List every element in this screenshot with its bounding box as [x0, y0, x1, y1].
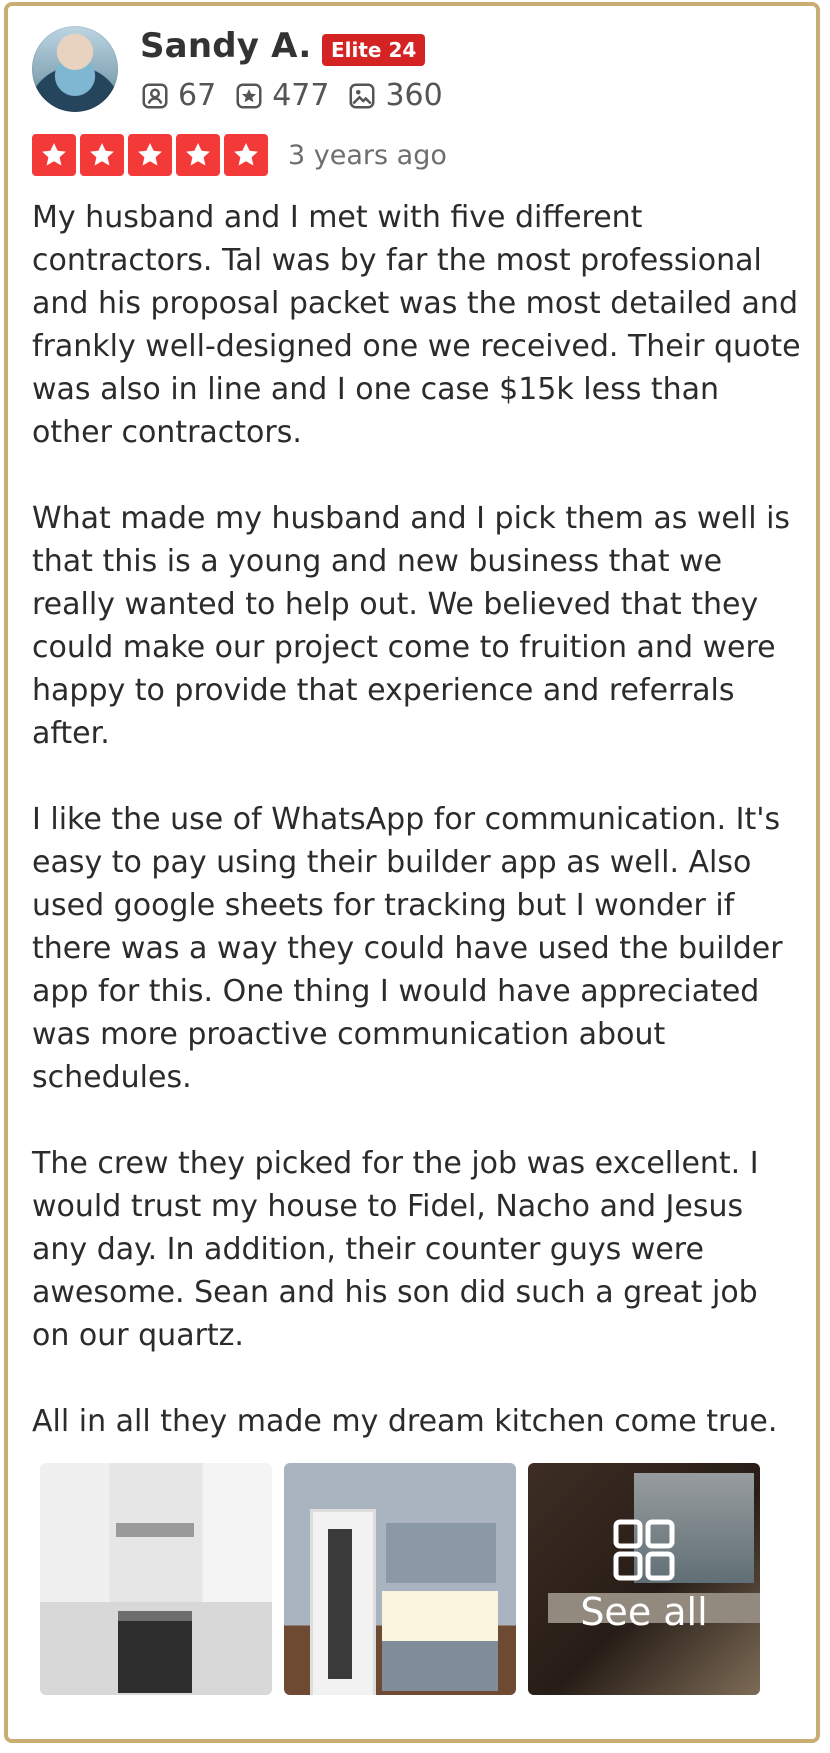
reviewer-name[interactable]: Sandy A. [140, 26, 311, 66]
elite-badge: Elite 24 [322, 34, 426, 66]
review-paragraph: The crew they picked for the job was exc… [32, 1146, 759, 1353]
reviewer-avatar[interactable] [32, 26, 118, 112]
star-rating: 3 years ago [32, 134, 447, 176]
review-date: 3 years ago [288, 139, 447, 171]
review-text: My husband and I met with five different… [32, 196, 804, 1615]
review-paragraph: What made my husband and I pick them as … [32, 501, 791, 751]
reviews-stat: 477 [234, 78, 329, 113]
see-all-label: See all [580, 1590, 708, 1634]
reviewer-header: Sandy A. Elite 24 67 477 360 [32, 26, 792, 116]
star-icon [224, 134, 268, 176]
friends-icon [142, 83, 168, 108]
photos-stat: 360 [347, 78, 443, 113]
star-icon [80, 134, 124, 176]
see-all-photos-button[interactable]: See all [528, 1463, 760, 1695]
star-icon [128, 134, 172, 176]
review-photo[interactable] [284, 1463, 516, 1695]
review-paragraph: My husband and I met with five different… [32, 200, 801, 450]
star-icon [176, 134, 220, 176]
grid-icon [613, 1519, 675, 1581]
photo-icon [349, 83, 375, 108]
friends-count: 67 [178, 78, 217, 113]
review-paragraph: I like the use of WhatsApp for communica… [32, 802, 783, 1095]
photos-count: 360 [385, 78, 443, 113]
review-card: Sandy A. Elite 24 67 477 360 3 years ago… [4, 2, 820, 1743]
see-all-overlay: See all [528, 1463, 760, 1695]
star-icon [32, 134, 76, 176]
reviewer-stats: 67 477 360 [140, 78, 443, 113]
review-photo[interactable] [40, 1463, 272, 1695]
review-star-icon [236, 83, 262, 108]
friends-stat: 67 [140, 78, 216, 113]
photo-strip: See all [8, 1441, 816, 1739]
reviews-count: 477 [272, 78, 330, 113]
